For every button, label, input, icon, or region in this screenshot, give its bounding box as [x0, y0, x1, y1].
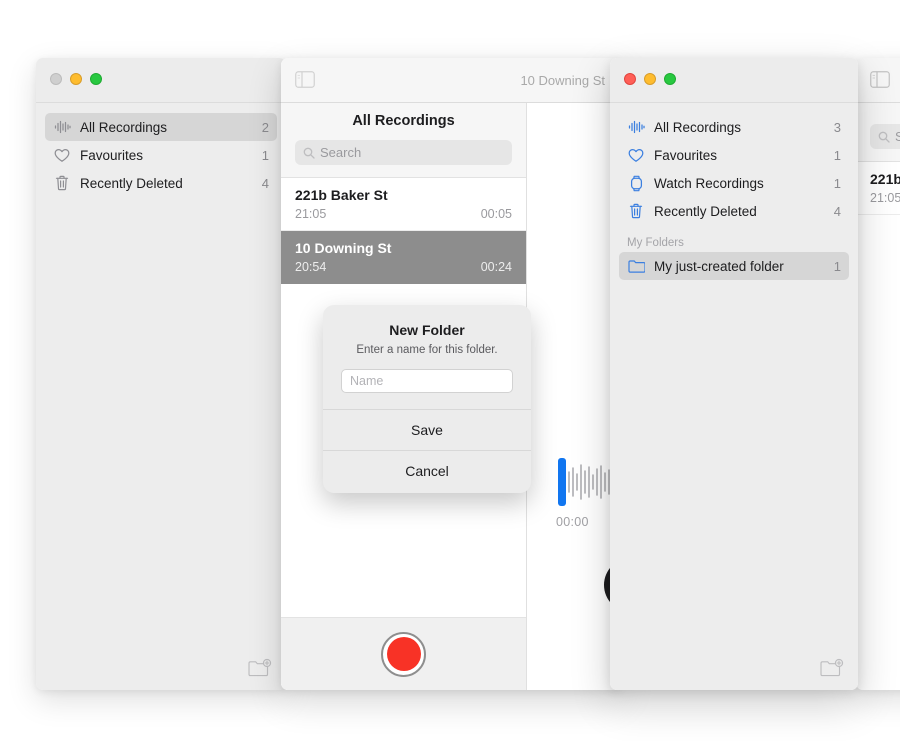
titlebar-4[interactable]: [856, 58, 900, 103]
sidebar-item-label: Favourites: [80, 147, 144, 163]
modal-backdrop: New Folder Enter a name for this folder.…: [281, 58, 621, 690]
list-header-4: S: [856, 103, 900, 162]
sidebar-item-all-recordings-1[interactable]: All Recordings 2: [45, 113, 277, 141]
trash-icon-3: [627, 202, 645, 220]
minimize-button-1[interactable]: [70, 73, 82, 85]
heart-icon-1: [53, 146, 71, 164]
table-row-4[interactable]: 221b 21:05: [856, 162, 900, 215]
new-folder-dialog[interactable]: New Folder Enter a name for this folder.…: [323, 305, 531, 493]
dialog-title: New Folder: [389, 322, 465, 338]
search-input-4[interactable]: S: [870, 124, 900, 149]
close-button-3[interactable]: [624, 73, 636, 85]
sidebar-item-label: Recently Deleted: [80, 175, 183, 191]
recording-time-4: 21:05: [870, 191, 900, 205]
sidebar-toggle-icon-4[interactable]: [870, 71, 890, 88]
new-folder-button-3[interactable]: [820, 658, 844, 678]
window-voice-memos-2[interactable]: 10 Downing St All Recordings Search 221b…: [281, 58, 621, 690]
sidebar-item-label: Watch Recordings: [654, 175, 764, 191]
cancel-button[interactable]: Cancel: [323, 450, 531, 493]
close-button-1[interactable]: [50, 73, 62, 85]
window-voice-memos-4[interactable]: S 221b 21:05: [856, 58, 900, 690]
sidebar-group-header-my-folders: My Folders: [627, 237, 684, 249]
sidebar-item-label: All Recordings: [80, 119, 168, 135]
sidebar-item-watch-recordings-3[interactable]: Watch Recordings 1: [619, 169, 849, 197]
recording-meta-4: 21:05: [870, 191, 900, 205]
recording-title-4: 221b: [870, 171, 900, 187]
recordings-list-4[interactable]: S 221b 21:05: [856, 103, 900, 690]
sidebar-item-my-just-created-folder[interactable]: My just-created folder 1: [619, 252, 849, 280]
sidebar-item-label: Favourites: [654, 147, 718, 163]
zoom-button-3[interactable]: [664, 73, 676, 85]
dialog-subtitle: Enter a name for this folder.: [356, 344, 498, 356]
traffic-lights-3[interactable]: [624, 73, 676, 85]
sidebar-1: All Recordings 2 Favourites 1 Recently D…: [36, 103, 286, 690]
sidebar-item-count: 1: [261, 147, 269, 163]
sidebar-3: All Recordings 3 Favourites 1 Watch Reco…: [610, 103, 858, 690]
folder-name-placeholder: Name: [350, 374, 384, 388]
titlebar-3[interactable]: [610, 58, 858, 103]
waveform-icon-1: [53, 118, 71, 136]
trash-icon-1: [53, 174, 71, 192]
window-voice-memos-3[interactable]: All Recordings 3 Favourites 1 Watch Reco…: [610, 58, 858, 690]
sidebar-item-count: 4: [833, 203, 841, 219]
sidebar-item-favourites-3[interactable]: Favourites 1: [619, 141, 849, 169]
sidebar-item-label: All Recordings: [654, 119, 742, 135]
sidebar-item-count: 1: [833, 147, 841, 163]
new-folder-button-1[interactable]: [248, 658, 272, 678]
watch-icon-3: [627, 174, 645, 192]
heart-icon-3: [627, 146, 645, 164]
save-button[interactable]: Save: [323, 409, 531, 450]
folder-name-input[interactable]: Name: [341, 369, 513, 393]
waveform-icon-3: [627, 118, 645, 136]
sidebar-item-recently-deleted-1[interactable]: Recently Deleted 4: [45, 169, 277, 197]
sidebar-item-label: My just-created folder: [654, 258, 784, 274]
window-voice-memos-1[interactable]: All Recordings 2 Favourites 1 Recently D…: [36, 58, 286, 690]
sidebar-item-recently-deleted-3[interactable]: Recently Deleted 4: [619, 197, 849, 225]
zoom-button-1[interactable]: [90, 73, 102, 85]
sidebar-item-count: 2: [261, 119, 269, 135]
sidebar-item-all-recordings-3[interactable]: All Recordings 3: [619, 113, 849, 141]
minimize-button-3[interactable]: [644, 73, 656, 85]
folder-icon-3: [627, 257, 645, 275]
sidebar-item-count: 3: [833, 119, 841, 135]
sidebar-item-count: 1: [833, 175, 841, 191]
sidebar-item-count: 4: [261, 175, 269, 191]
search-placeholder-4: S: [895, 129, 900, 144]
titlebar-1[interactable]: [36, 58, 286, 103]
sidebar-item-label: Recently Deleted: [654, 203, 757, 219]
sidebar-item-favourites-1[interactable]: Favourites 1: [45, 141, 277, 169]
search-icon-4: [878, 131, 890, 143]
traffic-lights-1[interactable]: [50, 73, 102, 85]
sidebar-item-count: 1: [833, 258, 841, 274]
